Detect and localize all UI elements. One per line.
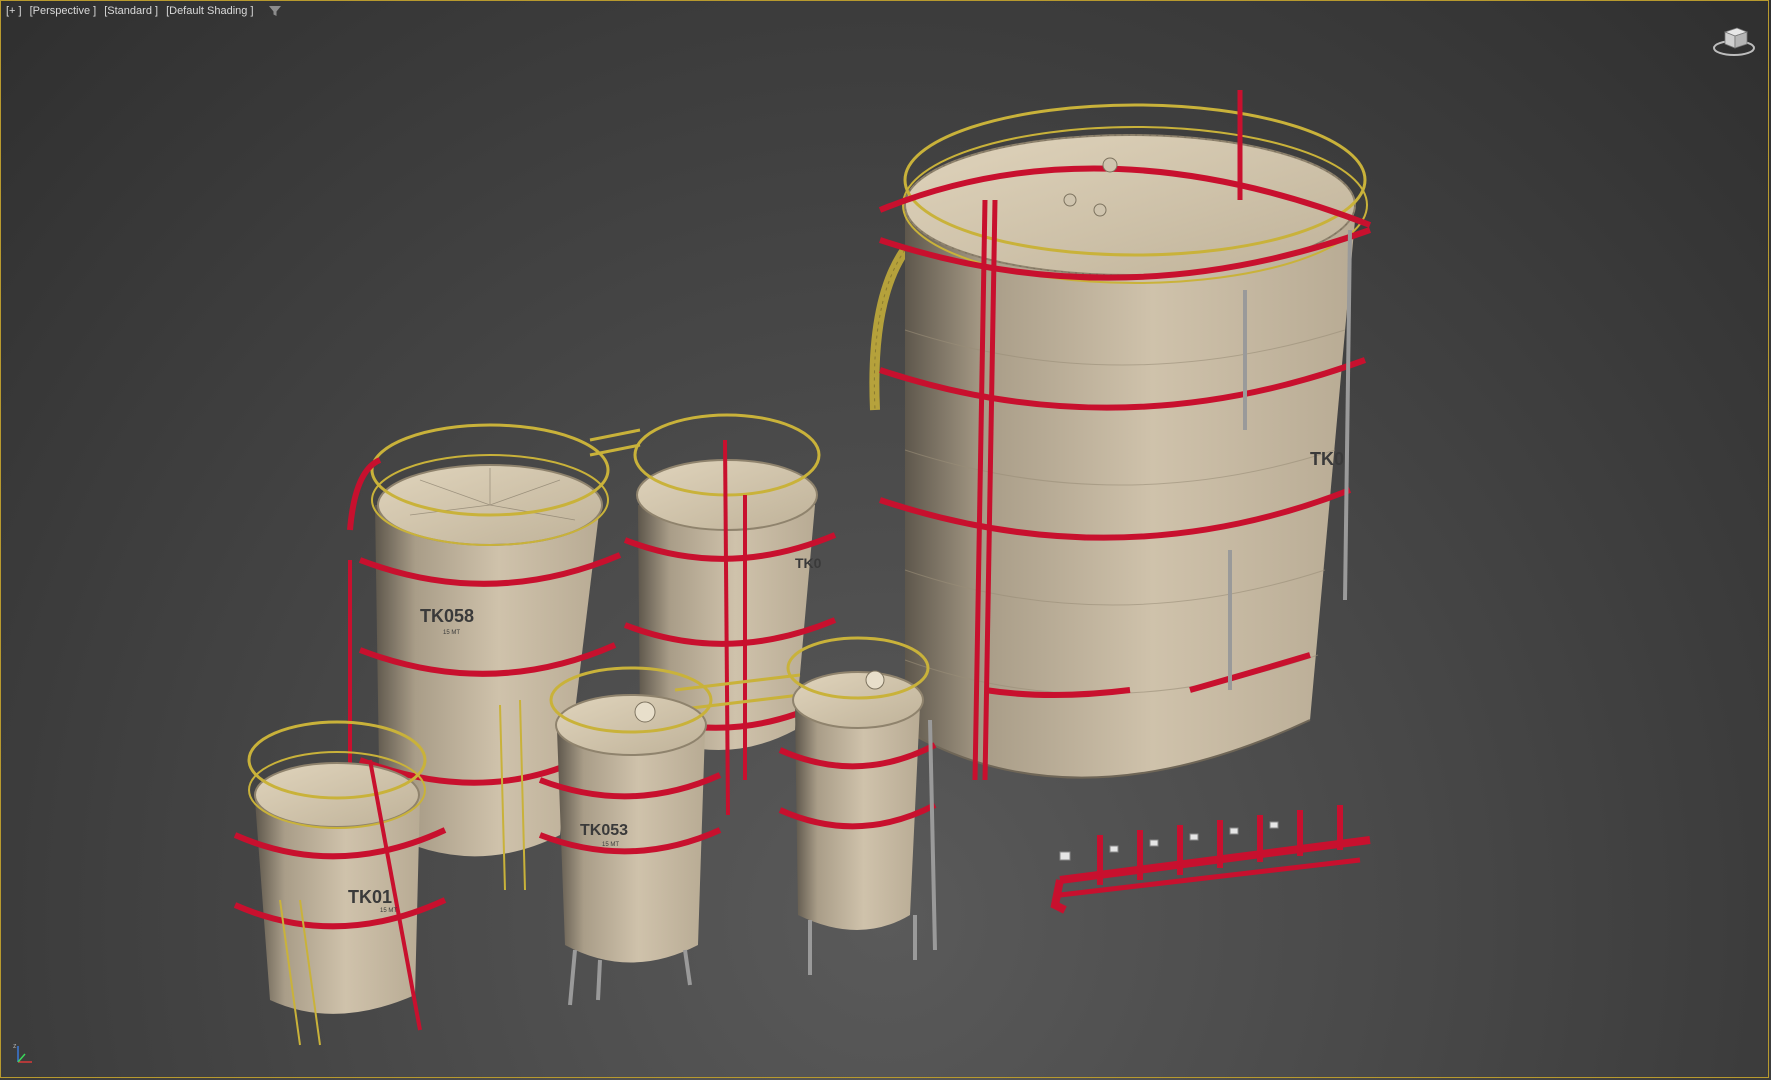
pipe-manifold[interactable] <box>1050 805 1371 914</box>
tank-tk053[interactable]: TK053 15 MT <box>538 666 722 1006</box>
tank-tk01[interactable]: TK01 15 MT <box>233 720 447 1046</box>
tank-label-tk053: TK053 <box>580 822 628 839</box>
3d-scene-viewport[interactable]: TK0 TK058 15 MT TK0 TK053 15 MT TK01 15 … <box>0 0 1771 1080</box>
tank-label-tk058: TK058 <box>420 606 474 626</box>
tank-right-small[interactable] <box>778 636 937 975</box>
tank-label-tk01: TK01 <box>348 887 392 907</box>
tank-sublabel-tk053: 15 MT <box>602 842 619 848</box>
svg-text:z: z <box>13 1043 17 1050</box>
tank-label-large: TK0 <box>1310 449 1344 469</box>
tank-sublabel-tk058: 15 MT <box>443 630 460 636</box>
large-storage-tank[interactable]: TK0 <box>869 90 1372 781</box>
axis-tripod-icon: z <box>13 1043 32 1063</box>
tank-sublabel-tk01: 15 MT <box>380 908 397 914</box>
tank-label-middle: TK0 <box>795 555 822 571</box>
